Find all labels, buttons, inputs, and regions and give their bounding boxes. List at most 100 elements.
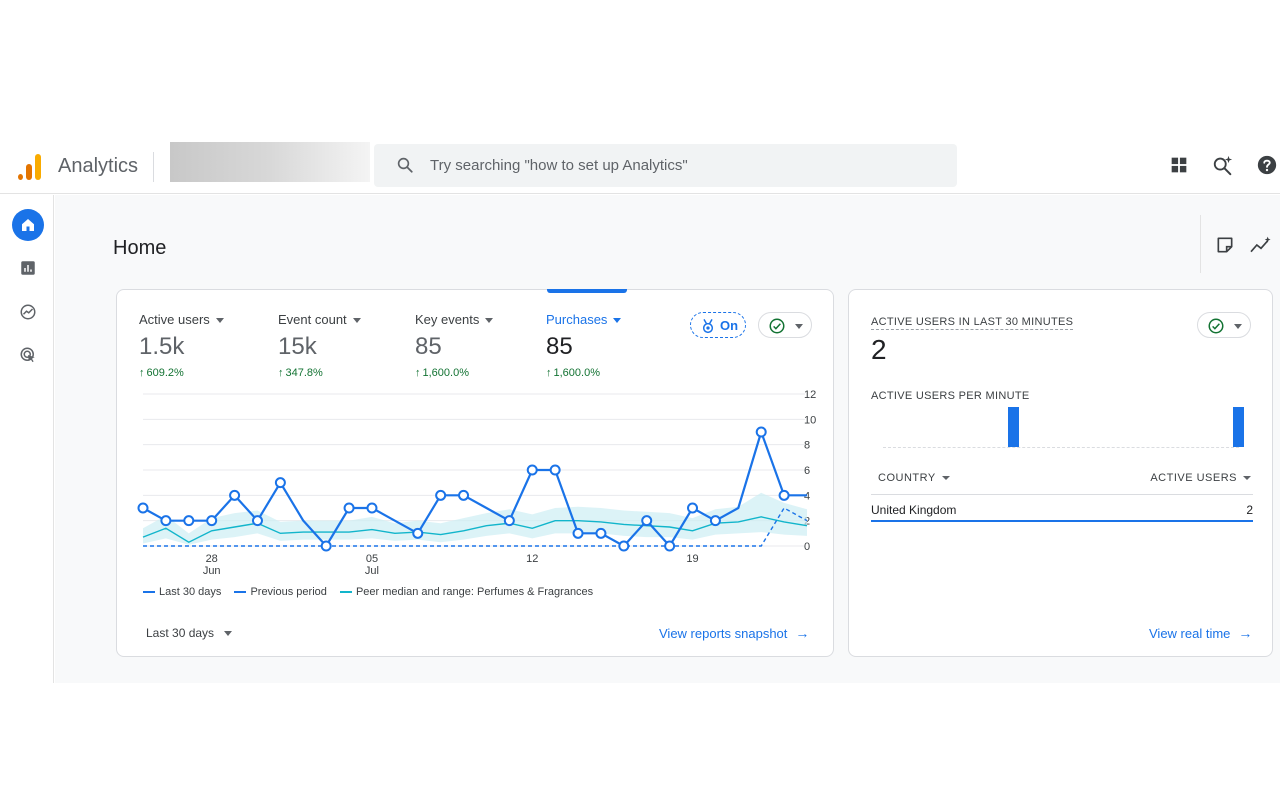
- data-point: [274, 477, 286, 489]
- data-point: [664, 540, 676, 552]
- right-toolbar: [1200, 215, 1280, 273]
- search-icon: [397, 157, 413, 173]
- app-title[interactable]: Analytics: [58, 155, 138, 178]
- data-quality-button[interactable]: [758, 312, 812, 338]
- caret-down-icon: [352, 318, 361, 324]
- notes-icon[interactable]: [1215, 235, 1235, 255]
- x-tick-label: 28: [206, 553, 218, 565]
- nav-home[interactable]: [12, 209, 44, 241]
- data-point: [229, 489, 241, 501]
- data-point: [526, 464, 538, 476]
- apps-grid-icon[interactable]: [1168, 154, 1190, 176]
- search-box[interactable]: [374, 144, 957, 187]
- per-minute-bar[interactable]: [1233, 407, 1245, 447]
- data-point: [687, 502, 699, 514]
- data-point: [160, 515, 172, 527]
- metric-label: Event count: [278, 312, 347, 327]
- benchmark-toggle[interactable]: On: [690, 312, 746, 338]
- data-point: [618, 540, 630, 552]
- table-row[interactable]: United Kingdom 2: [871, 496, 1253, 522]
- link-label: View real time: [1149, 626, 1231, 641]
- metric-label: Active users: [139, 312, 210, 327]
- metric-active-users[interactable]: Active users 1.5k ↑ 609.2%: [139, 312, 224, 379]
- date-range-label: Last 30 days: [146, 626, 215, 640]
- realtime-card: ACTIVE USERS IN LAST 30 MINUTES 2 ACTIVE…: [848, 289, 1273, 657]
- data-point: [137, 502, 149, 514]
- column-header-country[interactable]: COUNTRY: [878, 472, 950, 484]
- caret-down-icon: [1234, 324, 1242, 329]
- active-users-cell: 2: [1246, 503, 1253, 517]
- page-title: Home: [113, 237, 167, 259]
- data-point: [183, 515, 195, 527]
- legend-previous-period[interactable]: Previous period: [234, 586, 327, 598]
- view-real-time-link[interactable]: View real time →: [1149, 625, 1252, 641]
- legend-label: Last 30 days: [159, 586, 222, 598]
- insights-icon[interactable]: [1249, 235, 1273, 255]
- metric-value: 15k: [278, 333, 317, 360]
- check-circle-icon: [1208, 318, 1224, 334]
- help-icon[interactable]: [1256, 154, 1278, 176]
- column-header-label: COUNTRY: [878, 472, 936, 484]
- metric-label: Purchases: [546, 312, 608, 327]
- x-tick-label: 12: [526, 553, 538, 565]
- data-point: [595, 527, 607, 539]
- home-icon: [22, 219, 34, 231]
- trend-chart: 12108642028Jun05Jul12 19: [137, 389, 816, 577]
- y-tick-label: 0: [804, 541, 810, 553]
- y-tick-label: 8: [804, 440, 810, 452]
- x-tick-label: 19: [686, 553, 698, 565]
- link-label: View reports snapshot: [659, 626, 788, 641]
- caret-down-icon: [1243, 476, 1251, 481]
- data-point: [458, 489, 470, 501]
- metric-purchases[interactable]: Purchases 85 ↑ 1,600.0%: [546, 312, 622, 379]
- legend-peer[interactable]: Peer median and range: Perfumes & Fragra…: [339, 586, 593, 598]
- explore-icon: [20, 304, 36, 320]
- metric-event-count[interactable]: Event count 15k ↑ 347.8%: [278, 312, 361, 379]
- data-point: [320, 540, 332, 552]
- data-point: [572, 527, 584, 539]
- nav-advertising[interactable]: [12, 339, 44, 371]
- caret-down-icon: [215, 318, 224, 324]
- metric-value: 85: [546, 333, 573, 360]
- date-range-selector[interactable]: Last 30 days: [146, 626, 233, 640]
- data-point: [251, 515, 263, 527]
- legend-last-30-days[interactable]: Last 30 days: [143, 586, 221, 598]
- table-divider: [871, 494, 1253, 495]
- nav-reports[interactable]: [12, 252, 44, 284]
- data-point: [412, 527, 424, 539]
- per-minute-bar-chart: [883, 404, 1245, 448]
- data-point: [641, 515, 653, 527]
- metric-key-events[interactable]: Key events 85 ↑ 1,600.0%: [415, 312, 494, 379]
- main-content: Home Active users 1.5k ↑ 609.2% Event cou…: [55, 195, 1280, 683]
- data-point: [778, 489, 790, 501]
- search-input[interactable]: [430, 144, 930, 187]
- metric-label: Key events: [415, 312, 480, 327]
- data-point: [343, 502, 355, 514]
- column-header-label: ACTIVE USERS: [1150, 472, 1237, 484]
- search-sparkle-icon[interactable]: [1212, 154, 1234, 176]
- x-tick-label: Jul: [365, 565, 379, 577]
- analytics-logo-icon[interactable]: [16, 152, 42, 180]
- arrow-right-icon: →: [795, 625, 810, 641]
- per-minute-label: ACTIVE USERS PER MINUTE: [871, 390, 1030, 402]
- data-point: [366, 502, 378, 514]
- data-point: [755, 426, 767, 438]
- country-cell: United Kingdom: [871, 503, 957, 517]
- realtime-value: 2: [871, 334, 887, 365]
- caret-down-icon: [941, 476, 950, 481]
- data-point: [206, 515, 218, 527]
- legend-label: Previous period: [250, 586, 327, 598]
- data-point: [435, 489, 447, 501]
- check-circle-icon: [769, 318, 785, 334]
- nav-explore[interactable]: [12, 296, 44, 328]
- realtime-title[interactable]: ACTIVE USERS IN LAST 30 MINUTES: [871, 316, 1074, 330]
- per-minute-bar[interactable]: [1007, 407, 1019, 447]
- top-bar: Analytics: [0, 140, 1280, 194]
- medal-icon: [702, 318, 714, 334]
- view-reports-snapshot-link[interactable]: View reports snapshot →: [659, 625, 809, 641]
- y-tick-label: 10: [804, 414, 816, 426]
- realtime-data-quality-button[interactable]: [1197, 312, 1251, 338]
- column-header-active-users[interactable]: ACTIVE USERS: [1150, 472, 1251, 484]
- data-point: [503, 515, 515, 527]
- account-selector[interactable]: [170, 142, 370, 182]
